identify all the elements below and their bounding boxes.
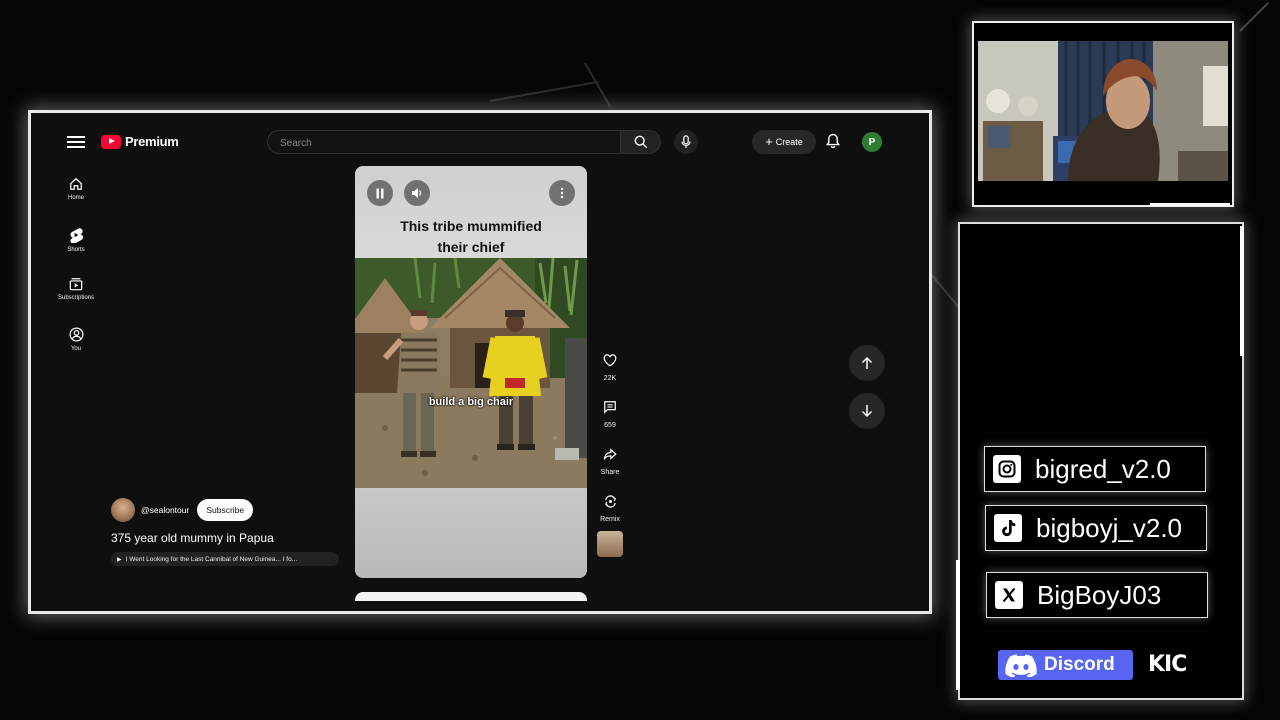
discord-label: Discord [1044,654,1115,675]
subscriptions-icon [69,278,83,291]
social-x[interactable]: BigBoyJ03 [986,572,1208,618]
related-video-title: I Went Looking for the Last Cannibal of … [125,555,298,563]
webcam-video [978,41,1228,181]
next-short-button[interactable] [849,393,885,429]
subscribe-button[interactable]: Subscribe [197,499,254,521]
comment-icon [604,401,616,414]
video-subtitle: build a big chair [428,396,514,408]
short-title[interactable]: 375 year old mummy in Papua [111,531,274,545]
comments-button[interactable]: 659 [595,394,625,429]
menu-button[interactable] [67,133,85,149]
previous-short-button[interactable] [849,345,885,381]
search-button[interactable] [621,130,661,154]
account-avatar[interactable]: P [862,132,882,152]
video-scene [355,258,587,488]
nav-shorts[interactable]: Shorts [51,221,101,271]
discord-icon [1005,654,1037,677]
instagram-handle: bigred_v2.0 [1035,453,1171,484]
social-tiktok[interactable]: bigboyj_v2.0 [985,505,1207,551]
pause-button[interactable] [367,180,393,206]
side-nav: Home Shorts Subscriptions You [51,171,101,371]
logo-text: Premium [125,134,179,149]
youtube-logo[interactable]: Premium [101,134,179,149]
background-line [1239,2,1269,32]
play-icon: ▶ [117,556,122,563]
next-short-preview[interactable] [355,592,587,601]
nav-home[interactable]: Home [51,171,101,221]
panel-highlight [1240,226,1244,356]
nav-label: Shorts [67,247,85,253]
caption-line: This tribe mummified [400,218,542,234]
channel-avatar[interactable] [111,498,135,522]
volume-icon [412,188,422,198]
search-box[interactable] [267,130,621,155]
volume-button[interactable] [404,180,430,206]
search-icon [634,135,647,149]
youtube-page: Premium + Create P Home [37,119,917,601]
panel-highlight [956,560,960,690]
browser-frame: Premium + Create P Home [28,110,932,614]
arrow-up-icon [861,356,873,369]
like-count: 22K [603,375,617,382]
bell-icon [826,133,840,149]
sound-source-button[interactable] [595,531,625,557]
social-instagram[interactable]: bigred_v2.0 [984,446,1206,492]
background-line [489,80,599,102]
x-icon [995,581,1023,609]
create-label: Create [775,137,803,147]
more-vertical-icon [560,187,564,199]
plus-icon: + [765,134,773,149]
video-caption: This tribe mummified their chief [355,216,587,258]
you-icon [69,327,83,342]
discord-badge[interactable]: Discord [998,650,1133,680]
like-button[interactable]: 22K [595,347,625,382]
tiktok-icon [994,514,1022,542]
nav-label: Subscriptions [57,295,95,301]
remix-label: Remix [600,516,620,523]
shorts-player[interactable]: This tribe mummified their chief build a… [355,166,587,578]
nav-subscriptions[interactable]: Subscriptions [51,271,101,321]
more-options-button[interactable] [549,180,575,206]
microphone-icon [681,135,691,149]
share-button[interactable]: Share [595,441,625,476]
sound-thumbnail [597,531,623,557]
nav-label: You [70,346,82,352]
top-bar: Premium + Create P [37,119,917,165]
nav-label: Home [67,195,84,201]
kick-logo[interactable]: KIC [1148,652,1187,677]
nav-you[interactable]: You [51,321,101,371]
home-icon [70,177,82,190]
youtube-logo-icon [101,134,121,149]
webcam-highlight [1150,203,1230,206]
create-button[interactable]: + Create [752,130,816,154]
voice-search-button[interactable] [674,130,698,154]
tiktok-handle: bigboyj_v2.0 [1036,512,1182,543]
channel-name[interactable]: @sealontour [141,505,189,515]
pause-icon [376,188,384,198]
remix-button[interactable]: Remix [595,488,625,523]
caption-line: their chief [437,239,505,255]
x-handle: BigBoyJ03 [1037,579,1162,610]
channel-row: @sealontour Subscribe [111,498,254,522]
share-icon [603,447,617,460]
arrow-down-icon [861,405,873,418]
comment-count: 659 [604,422,616,429]
notifications-button[interactable] [826,133,840,154]
search-input[interactable] [278,131,602,155]
webcam-overlay [972,21,1234,207]
webcam-image [978,41,1228,181]
like-icon [603,353,617,366]
remix-icon [604,494,616,508]
instagram-icon [993,455,1021,483]
shorts-actions: 22K 659 Share Remix [595,347,625,569]
related-video-link[interactable]: ▶ I Went Looking for the Last Cannibal o… [111,552,339,566]
share-label: Share [600,469,620,476]
video-frame-image [355,258,587,488]
video-bottom-area [355,488,587,578]
shorts-icon [70,228,83,243]
